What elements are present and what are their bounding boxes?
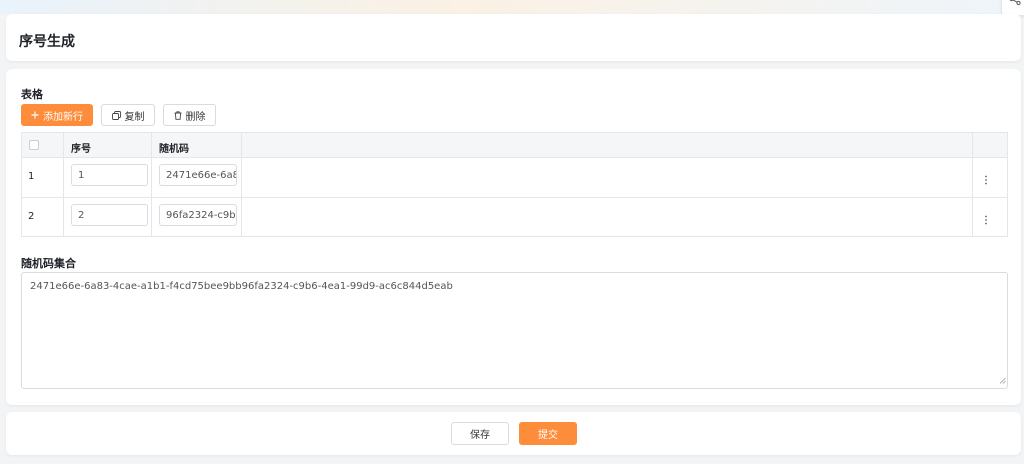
page-title: 序号生成: [19, 34, 75, 50]
row-index: 2: [28, 211, 35, 222]
resize-grip-icon[interactable]: [999, 376, 1006, 387]
seq-input[interactable]: 1: [71, 164, 148, 186]
copy-label: 复制: [124, 111, 145, 123]
code-input[interactable]: 2471e66e-6a83-4cae-a1b1-f4cd75bee9bb: [159, 164, 237, 186]
delete-button[interactable]: 删除: [163, 104, 216, 126]
plus-icon: [31, 111, 39, 119]
top-gradient-bar: [0, 0, 1024, 14]
code-input[interactable]: 96fa2324-c9b6-4ea1-99d9-ac6c844d5eab: [159, 204, 237, 226]
save-label: 保存: [470, 430, 490, 441]
collection-value: 2471e66e-6a83-4cae-a1b1-f4cd75bee9bb96fa…: [30, 281, 453, 292]
collection-section-label: 随机码集合: [21, 257, 76, 270]
header-card: 序号生成: [6, 14, 1021, 61]
form-card: 表格 添加新行 复制 删除 序号 随机码 1 1 2471e66e-6a 2 2…: [6, 69, 1021, 405]
share-icon: [1009, 0, 1021, 6]
select-all-checkbox[interactable]: [29, 140, 39, 150]
table-row: 1 1 2471e66e-6a83-4cae-a1b1-f4cd75bee9bb: [22, 157, 1007, 198]
table-section-label: 表格: [21, 88, 43, 101]
copy-icon: [111, 110, 121, 120]
more-vertical-icon[interactable]: [984, 170, 988, 189]
column-header-seq: 序号: [71, 144, 91, 155]
table-row: 2 2 96fa2324-c9b6-4ea1-99d9-ac6c844d5eab: [22, 197, 1007, 237]
collection-textarea[interactable]: 2471e66e-6a83-4cae-a1b1-f4cd75bee9bb96fa…: [21, 272, 1008, 389]
submit-label: 提交: [538, 430, 558, 441]
table-header: 序号 随机码: [22, 133, 1007, 158]
seq-input[interactable]: 2: [71, 204, 148, 226]
delete-label: 删除: [185, 111, 206, 123]
more-vertical-icon[interactable]: [984, 210, 988, 229]
data-table: 序号 随机码 1 1 2471e66e-6a83-4cae-a1b1-f4cd7…: [21, 132, 1008, 237]
row-index: 1: [28, 171, 35, 182]
add-row-label: 添加新行: [43, 111, 83, 123]
save-button[interactable]: 保存: [451, 422, 509, 445]
submit-button[interactable]: 提交: [519, 422, 577, 445]
trash-icon: [174, 110, 182, 120]
add-row-button[interactable]: 添加新行: [21, 104, 93, 126]
column-header-code: 随机码: [159, 144, 189, 155]
footer-card: 保存 提交: [6, 412, 1021, 455]
copy-button[interactable]: 复制: [101, 104, 155, 126]
